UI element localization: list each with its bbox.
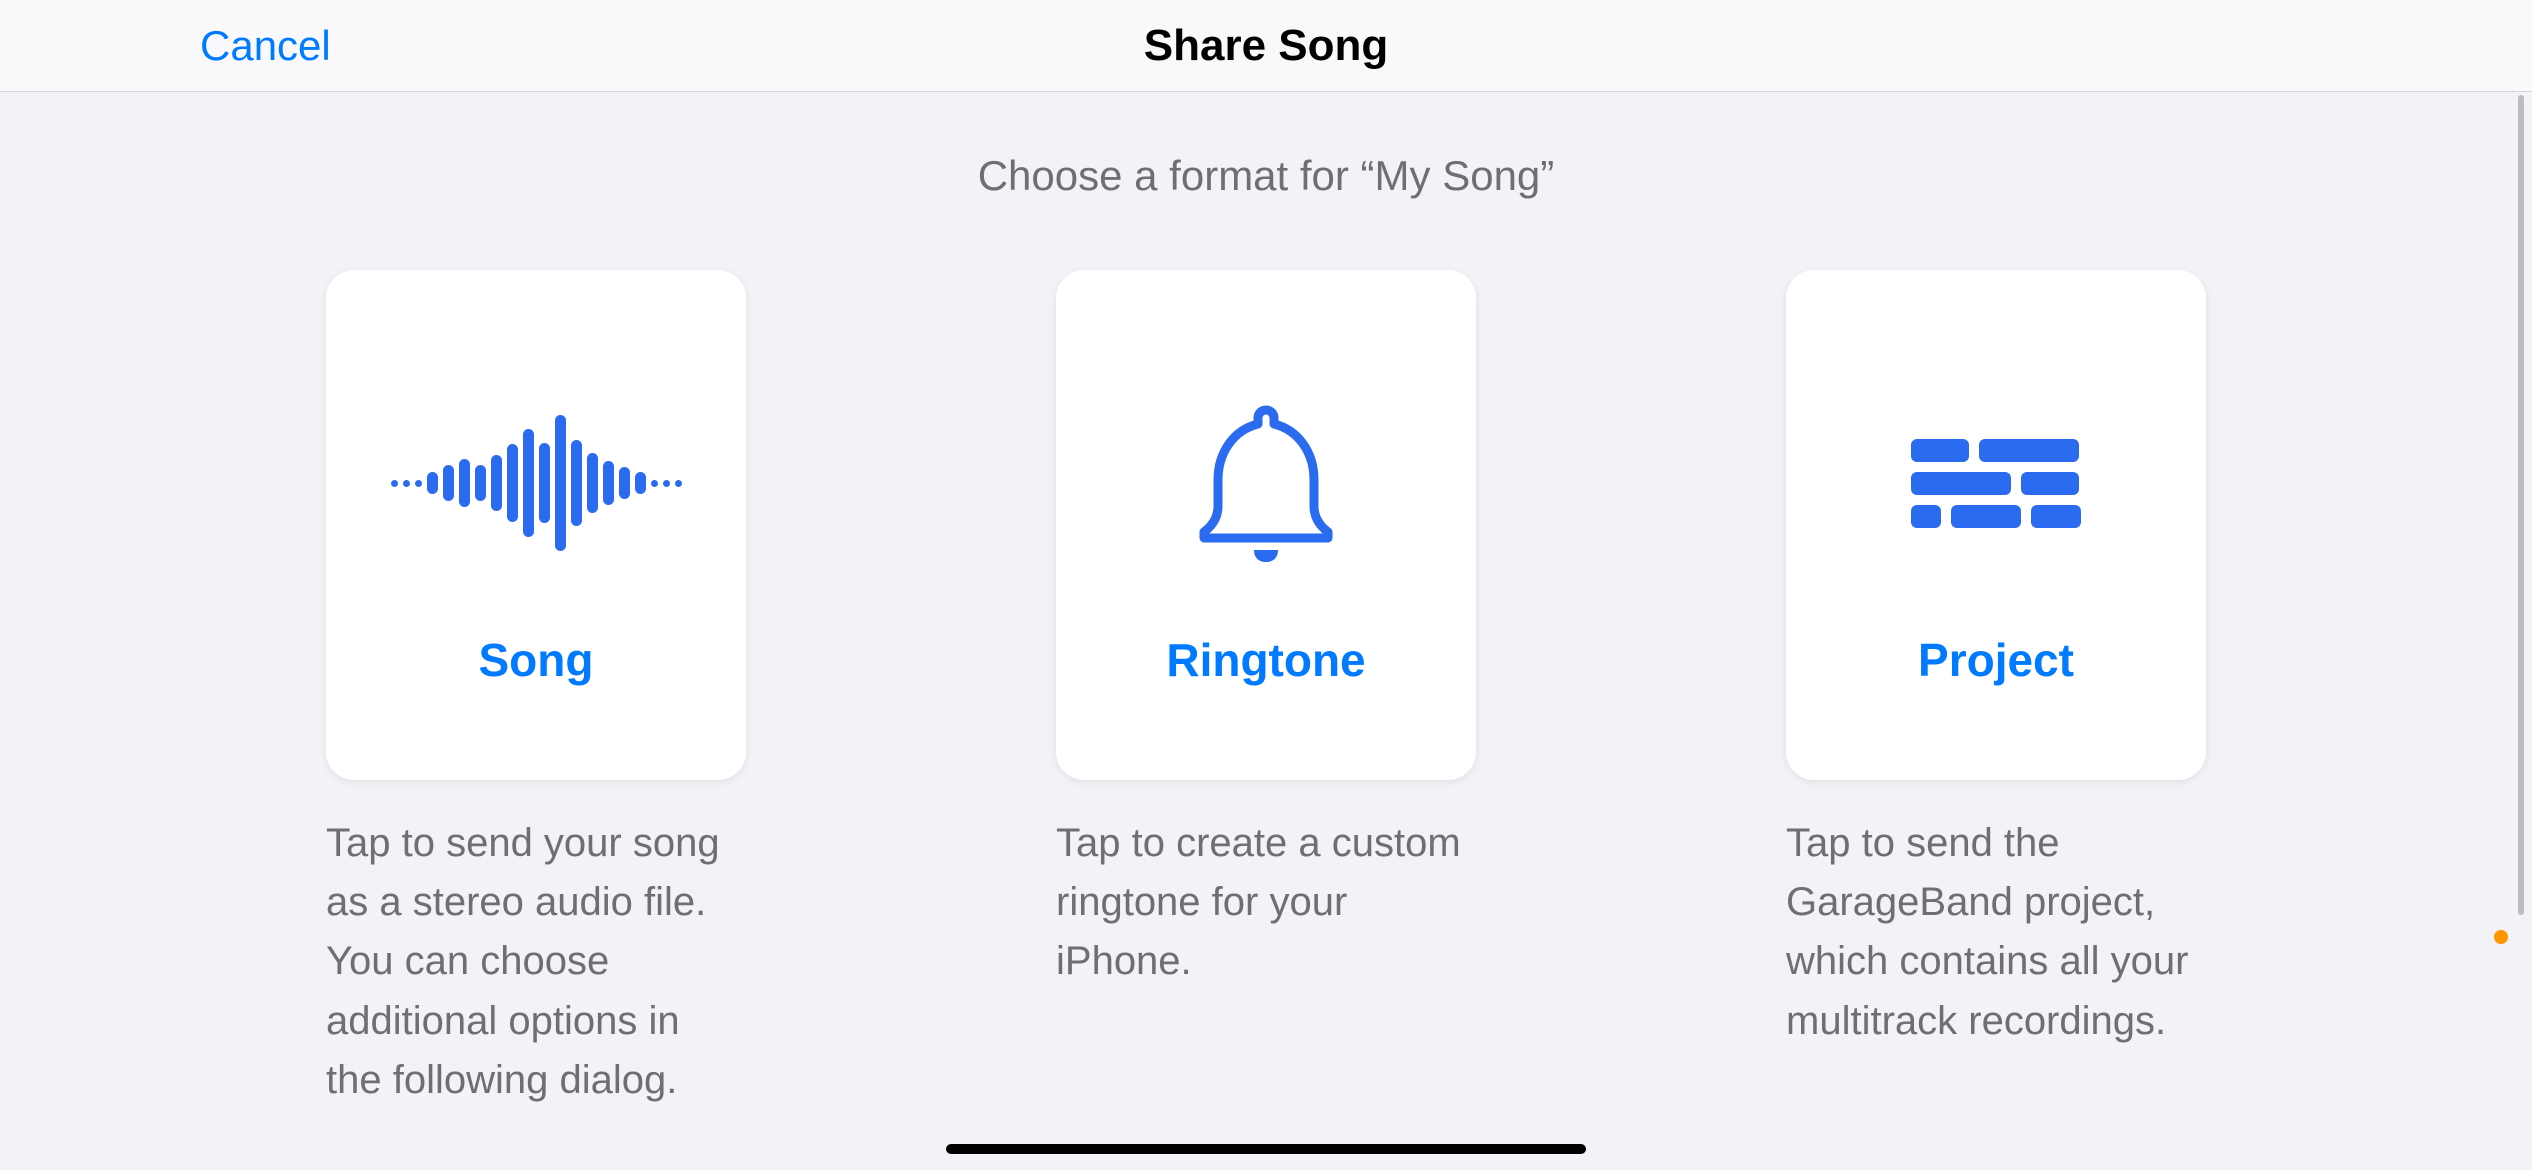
cards-container: Song Tap to send your song as a stereo a… (0, 270, 2532, 1110)
cancel-button[interactable]: Cancel (200, 22, 331, 70)
ringtone-card[interactable]: Ringtone (1056, 270, 1476, 780)
subtitle: Choose a format for “My Song” (0, 152, 2532, 200)
project-label: Project (1918, 633, 2074, 687)
project-description: Tap to send the GarageBand project, whic… (1786, 814, 2206, 1051)
option-song: Song Tap to send your song as a stereo a… (326, 270, 746, 1110)
bell-icon (1186, 363, 1346, 603)
nav-bar: Cancel Share Song (0, 0, 2532, 92)
page-title: Share Song (1144, 21, 1389, 71)
recording-indicator-icon (2494, 930, 2508, 944)
song-label: Song (479, 633, 594, 687)
ringtone-label: Ringtone (1166, 633, 1365, 687)
project-card[interactable]: Project (1786, 270, 2206, 780)
option-project: Project Tap to send the GarageBand proje… (1786, 270, 2206, 1110)
scrollbar[interactable] (2518, 95, 2524, 915)
song-description: Tap to send your song as a stereo audio … (326, 814, 746, 1110)
home-indicator[interactable] (946, 1144, 1586, 1154)
content: Choose a format for “My Song” (0, 92, 2532, 1110)
option-ringtone: Ringtone Tap to create a custom ringtone… (1056, 270, 1476, 1110)
tracks-icon (1911, 363, 2081, 603)
song-card[interactable]: Song (326, 270, 746, 780)
waveform-icon (391, 363, 682, 603)
ringtone-description: Tap to create a custom ringtone for your… (1056, 814, 1476, 992)
